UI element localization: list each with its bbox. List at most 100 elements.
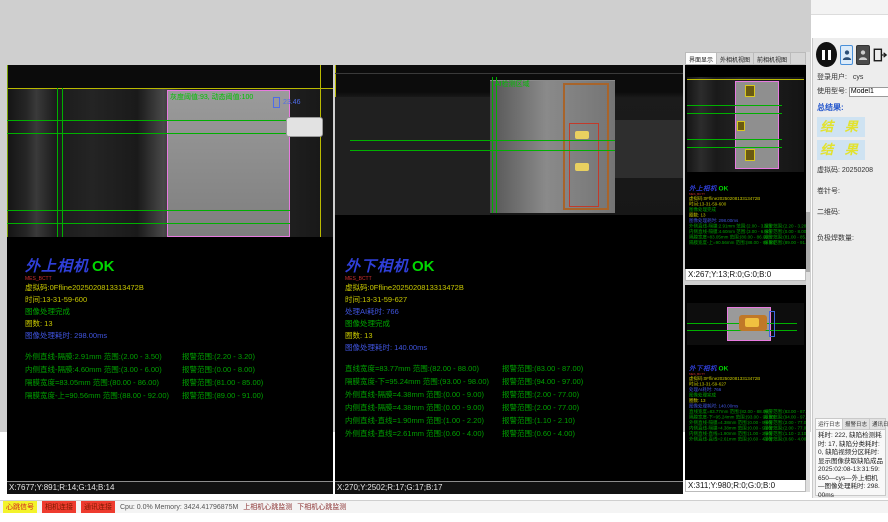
measurement-row: 外侧直线-直线=2.61mm 范围:(0.60 - 4.00)报警范围:(0.6… (345, 427, 683, 440)
result-block-lower: 外下相机OK MES_BCTT 虚拟码:0Ffline2025020813313… (335, 255, 683, 440)
pixel-coords-lower: X:270;Y:2502;R:17;G:17;B:17 (335, 481, 683, 494)
cpu-memory-text: Cpu: 0.0% Memory: 3424.41796875M (120, 504, 238, 511)
vcode-row: 虚拟码: 20250208 (813, 163, 888, 177)
status-ok-label: OK (92, 258, 115, 275)
connector-blob (286, 117, 323, 137)
camera-image-upper[interactable]: 灰度阈值:93, 动态阈值:100 23.46 (7, 65, 333, 237)
measure-line-h1 (350, 140, 615, 141)
login-user-value: cys (853, 74, 864, 81)
mini-tab-display[interactable]: 界面显示 (686, 53, 717, 64)
measure-line-h3 (7, 210, 290, 211)
scrollbar-handle[interactable] (806, 212, 810, 272)
exit-door-icon (873, 47, 888, 63)
alarm-text: 报警范围:(83.00 - 87.00) (502, 362, 583, 375)
measure-line-v1 (492, 77, 493, 213)
log-area: 运行日志 报警日志 通讯日志 耗时: 222, 缺陷检测耗时: 17, 缺陷分类… (815, 418, 886, 496)
measurement-row: 隔膜宽度-上=90.56mm 范围:(88.00 - 92.00)报警范围:(8… (689, 240, 806, 246)
rounds-text: 圈数: 13 (345, 330, 683, 342)
measure-text: 隔膜宽度=83.05mm 范围:(80.00 - 86.00) (25, 376, 182, 389)
operator-mode-button[interactable] (856, 45, 870, 65)
measurement-row: 内侧直线-隔膜=4.38mm 范围:(0.00 - 9.00)报警范围:(2.0… (345, 401, 683, 414)
mini-view-lower[interactable]: 外下相机OK MES_BCTT 虚拟码:0Ffline2025020813313… (685, 285, 806, 480)
mini-result-lower: 外下相机OK MES_BCTT 虚拟码:0Ffline2025020813313… (689, 363, 806, 442)
weld-count-row: 负极焊数量: (813, 231, 888, 245)
weld-glint (575, 163, 589, 171)
measure-text: 外侧直线-直线=2.61mm 范围:(0.60 - 4.00) (345, 427, 502, 440)
time-text: 时间:13-31-59-627 (345, 294, 683, 306)
camera-name-label: 外下相机 (345, 258, 409, 275)
barcode-text: 虚拟码:0Ffline2025020813313472B (345, 282, 683, 294)
model-row: 使用型号: (813, 84, 888, 99)
mini-tab-outer-cam[interactable]: 外相机视图 (717, 53, 754, 64)
qrcode-row: 二维码: (813, 205, 888, 219)
log-tab-alarm[interactable]: 报警日志 (843, 419, 870, 429)
machine-zone (335, 97, 490, 215)
alarm-text: 报警范围:(1.10 - 2.10) (502, 414, 575, 427)
weld-core (745, 318, 759, 327)
alarm-text: 报警范围:(81.00 - 85.00) (182, 376, 263, 389)
measure-text: 内侧直线-直线=1.90mm 范围:(1.00 - 2.20) (345, 414, 502, 427)
alarm-text: 报警范围:(0.60 - 4.00) (502, 427, 575, 440)
threshold-overlay-text: 灰度阈值:93, 动态阈值:100 (170, 92, 253, 102)
model-input[interactable] (849, 87, 888, 97)
upper-cam-monitor-text: 上相机心跳监测 (243, 502, 292, 512)
ai-region-overlay-text: AI检测区域 (495, 79, 530, 89)
measure-text: 内侧直线-隔膜:4.60mm 范围:(3.00 - 6.00) (25, 363, 182, 376)
alarm-text: 报警范围:(89.00 - 91.00) (764, 240, 806, 246)
measure-text: 隔膜宽度-下=95.24mm 范围:(93.00 - 98.00) (345, 375, 502, 388)
status-bar: 心跳信号 相机连接 通讯连接 Cpu: 0.0% Memory: 3424.41… (0, 500, 888, 513)
camera-name-label: 外上相机 (689, 185, 717, 193)
camera-image-lower[interactable]: AI检测区域 (335, 65, 683, 215)
measure-line-v2 (62, 88, 63, 237)
mini-view-upper[interactable]: 外上相机OK MES_BCTT 虚拟码:0Ffline2025020813313… (685, 65, 806, 269)
detection-box (745, 85, 755, 97)
mini-coords-upper: X:267;Y:13;R:0;G:0;B:0 (685, 269, 806, 281)
app-window: CYS-视觉检测系统 系统配置 相机配置 通讯配置 IO卡配置 光源控制配置 查… (0, 0, 888, 522)
measure-line (687, 147, 782, 148)
lower-cam-monitor-text: 下相机心跳监测 (297, 502, 346, 512)
measurement-row: 隔膜宽度-上=90.56mm 范围:(88.00 - 92.00)报警范围:(8… (25, 389, 333, 402)
mini-tab-front-cam[interactable]: 前相机视图 (754, 53, 791, 64)
user-mode-button[interactable] (840, 45, 854, 65)
detection-box-blue (769, 311, 775, 337)
measure-text: 外侧直线-隔膜:2.91mm 范围:(2.00 - 3.50) (25, 350, 182, 363)
measure-text: 外侧直线-直线=2.61mm 范围:(0.60 - 4.00) (689, 437, 764, 443)
measure-text: 直线宽度=83.77mm 范围:(82.00 - 88.00) (345, 362, 502, 375)
vertical-scrollbar[interactable] (806, 52, 810, 492)
measure-line-v1 (57, 88, 58, 237)
log-tabs: 运行日志 报警日志 通讯日志 (816, 419, 885, 430)
camera-panel-upper: 灰度阈值:93, 动态阈值:100 23.46 外上相机OK MES_BCTT … (7, 65, 333, 494)
log-tab-run[interactable]: 运行日志 (816, 419, 843, 429)
measure-text: 外侧直线-隔膜=4.38mm 范围:(0.00 - 9.00) (345, 388, 502, 401)
mini-result-upper: 外上相机OK MES_BCTT 虚拟码:0Ffline2025020813313… (689, 183, 806, 246)
machine-edge-line (335, 73, 683, 74)
user-icon (858, 49, 868, 61)
measure-line-h4 (7, 223, 290, 224)
elapsed-text: 图像处理耗时: 298.00ms (25, 330, 333, 342)
status-ok-label: OK (719, 365, 729, 373)
camera-panel-lower: AI检测区域 外下相机OK MES_BCTT 虚拟码:0Ffline202502… (335, 65, 683, 494)
detection-box (745, 149, 755, 161)
status-ok-label: OK (719, 185, 729, 193)
mini-image-lower (687, 303, 804, 345)
camera-name-label: 外下相机 (689, 365, 717, 373)
mini-tabs: 界面显示 外相机视图 前相机视图 (685, 52, 806, 65)
log-tab-comm[interactable]: 通讯日志 (870, 419, 888, 429)
side-panel: 登录用户: cys 使用型号: 总结果: 结 果 结 果 虚拟码: 202502… (812, 38, 888, 498)
alarm-text: 报警范围:(0.00 - 8.00) (182, 363, 255, 376)
control-buttons (813, 38, 888, 70)
status-ok-label: OK (412, 258, 435, 275)
result-block-upper: 外上相机OK MES_BCTT 虚拟码:0Ffline2025020813313… (7, 255, 333, 402)
measure-line (687, 105, 782, 106)
image-dark-strip (7, 65, 333, 88)
exit-button[interactable] (873, 45, 888, 65)
measurement-row: 隔膜宽度-下=95.24mm 范围:(93.00 - 98.00)报警范围:(9… (345, 375, 683, 388)
detection-box (737, 121, 745, 131)
login-user-row: 登录用户: cys (813, 70, 888, 84)
pause-button[interactable] (816, 42, 837, 67)
roi-line-yellow-v (320, 65, 321, 237)
elapsed-text: 图像处理耗时: 140.00ms (345, 342, 683, 354)
measurement-row: 内侧直线-直线=1.90mm 范围:(1.00 - 2.20)报警范围:(1.1… (345, 414, 683, 427)
measure-line-v2 (496, 77, 497, 213)
rounds-text: 圈数: 13 (25, 318, 333, 330)
